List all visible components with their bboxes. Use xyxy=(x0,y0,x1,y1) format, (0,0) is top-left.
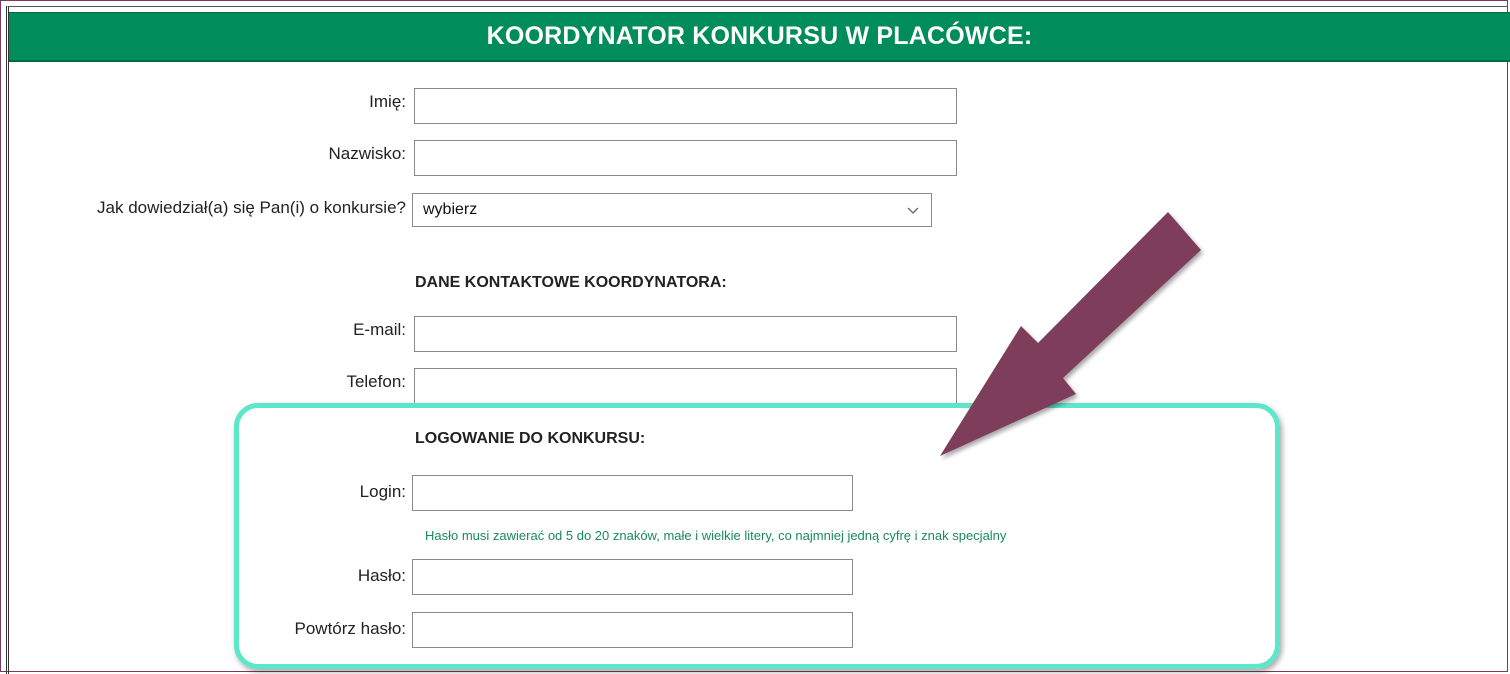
login-section-title: LOGOWANIE DO KONKURSU: xyxy=(415,430,646,447)
password-hint: Hasło musi zawierać od 5 do 20 znaków, m… xyxy=(425,528,1007,543)
email-input[interactable] xyxy=(414,316,957,352)
source-select-value: wybierz xyxy=(423,201,478,218)
password-repeat-input[interactable] xyxy=(412,612,853,648)
first-name-input[interactable] xyxy=(414,88,957,124)
phone-label: Telefon: xyxy=(346,372,406,391)
source-select[interactable]: wybierz xyxy=(412,193,932,227)
section-header: KOORDYNATOR KONKURSU W PLACÓWCE: xyxy=(9,12,1510,62)
password-label: Hasło: xyxy=(357,566,406,585)
contact-section-title: DANE KONTAKTOWE KOORDYNATORA: xyxy=(415,274,727,291)
email-label: E-mail: xyxy=(353,320,406,339)
section-header-title: KOORDYNATOR KONKURSU W PLACÓWCE: xyxy=(486,22,1033,50)
chevron-down-icon xyxy=(907,207,919,214)
source-label: Jak dowiedział(a) się Pan(i) o konkursie… xyxy=(97,198,406,217)
password-repeat-label: Powtórz hasło: xyxy=(294,619,407,638)
login-input[interactable] xyxy=(412,475,853,511)
login-label: Login: xyxy=(359,482,406,501)
first-name-label: Imię: xyxy=(369,92,406,111)
last-name-label: Nazwisko: xyxy=(328,144,406,163)
last-name-input[interactable] xyxy=(414,140,957,176)
phone-input[interactable] xyxy=(414,368,957,404)
password-input[interactable] xyxy=(412,559,853,595)
